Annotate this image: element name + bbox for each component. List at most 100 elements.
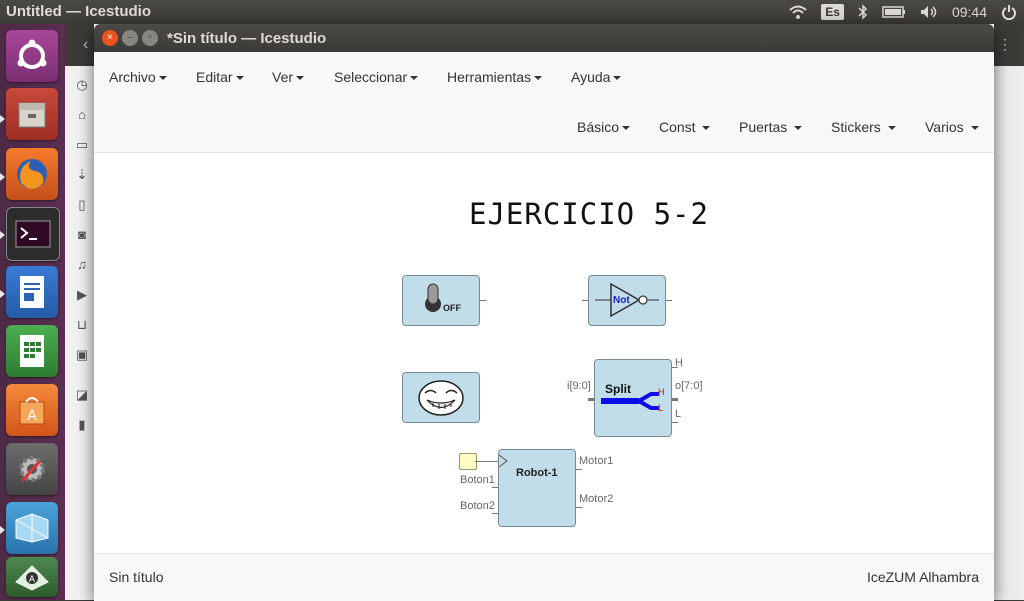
split-l-port[interactable] xyxy=(672,422,678,423)
volume-icon[interactable] xyxy=(920,5,938,19)
menu-editar-label: Editar xyxy=(196,69,233,85)
split-block[interactable]: Split H L xyxy=(594,359,672,437)
menu-ayuda[interactable]: Ayuda xyxy=(571,69,622,85)
menu-ver[interactable]: Ver xyxy=(272,69,305,85)
robot-input-boton2-label: Boton2 xyxy=(460,500,495,512)
trash-icon[interactable]: ⊔ xyxy=(75,318,89,332)
toolbar-basico[interactable]: Básico xyxy=(577,119,631,135)
icestudio-window: × – ▫ *Sin título — Icestudio Archivo Ed… xyxy=(94,24,994,601)
not-gate-label: Not xyxy=(613,295,630,306)
block-toolbar: Básico Const Puertas Stickers Varios xyxy=(94,102,994,153)
chevron-down-icon xyxy=(622,126,631,131)
recent-icon[interactable]: ◷ xyxy=(75,78,89,92)
robot-output-motor1-port[interactable] xyxy=(576,469,582,470)
robot-output-motor1-label: Motor1 xyxy=(579,455,614,467)
robot-output-motor2-port[interactable] xyxy=(576,507,582,508)
menu-herramientas-label: Herramientas xyxy=(447,69,532,85)
menu-archivo-label: Archivo xyxy=(109,69,156,85)
chevron-down-icon xyxy=(410,76,419,81)
robot-label: Robot-1 xyxy=(516,467,558,479)
not-gate-block[interactable]: Not xyxy=(588,275,666,326)
status-board-name[interactable]: IceZUM Alhambra xyxy=(867,569,979,585)
system-settings-icon[interactable] xyxy=(6,443,58,495)
file-archive-icon[interactable] xyxy=(6,88,58,140)
libreoffice-calc-icon[interactable] xyxy=(6,325,58,377)
split-output-port[interactable] xyxy=(672,398,678,401)
wifi-icon[interactable] xyxy=(789,5,807,19)
minimize-icon[interactable]: – xyxy=(122,30,138,46)
toolbar-puertas[interactable]: Puertas xyxy=(739,119,803,135)
software-center-icon[interactable]: A xyxy=(6,384,58,436)
ubuntu-dash-icon[interactable] xyxy=(6,30,58,82)
robot-input-boton1-label: Boton1 xyxy=(460,474,495,486)
keyboard-layout: Es xyxy=(821,4,844,20)
clock-input-icon xyxy=(498,454,508,468)
camera-icon[interactable]: ◙ xyxy=(75,228,89,242)
music-icon[interactable]: ♫ xyxy=(75,258,89,272)
sticker-block[interactable] xyxy=(402,372,480,423)
switch-off-label: OFF xyxy=(443,303,461,313)
chevron-down-icon xyxy=(794,126,803,131)
menu-editar[interactable]: Editar xyxy=(196,69,244,85)
document-icon[interactable]: ▯ xyxy=(75,198,89,212)
switch-output-port[interactable] xyxy=(480,300,486,301)
split-output-label: o[7:0] xyxy=(675,380,703,392)
menu-ver-label: Ver xyxy=(272,69,294,85)
home-icon[interactable]: ⌂ xyxy=(75,108,89,122)
robot-wire[interactable] xyxy=(475,461,499,462)
robot-block[interactable]: Robot-1 xyxy=(498,449,576,527)
battery-icon[interactable] xyxy=(882,6,906,18)
window-titlebar[interactable]: × – ▫ *Sin título — Icestudio xyxy=(94,24,994,52)
downloads-icon[interactable]: ⇣ xyxy=(75,168,89,182)
close-icon[interactable]: × xyxy=(102,30,118,46)
svg-text:A: A xyxy=(29,575,36,585)
power-icon[interactable] xyxy=(1001,4,1017,20)
bluetooth-icon[interactable] xyxy=(858,4,868,20)
split-h-port[interactable] xyxy=(672,367,678,368)
toolbar-puertas-label: Puertas xyxy=(739,119,788,135)
menu-archivo[interactable]: Archivo xyxy=(109,69,167,85)
device-icon[interactable]: ▮ xyxy=(75,418,89,432)
svg-text:A: A xyxy=(27,408,37,424)
keyboard-icon[interactable]: Es xyxy=(821,4,844,20)
chevron-down-icon xyxy=(887,126,896,131)
chevron-down-icon xyxy=(534,76,543,81)
not-output-port[interactable] xyxy=(666,300,672,301)
toolbar-stickers[interactable]: Stickers xyxy=(831,119,896,135)
video-icon[interactable]: ▶ xyxy=(75,288,89,302)
split-bus-icon xyxy=(601,392,659,410)
menu-seleccionar[interactable]: Seleccionar xyxy=(334,69,419,85)
toolbar-const-label: Const xyxy=(659,119,696,135)
drive-icon[interactable]: ◪ xyxy=(75,388,89,402)
switch-block[interactable]: OFF xyxy=(402,275,480,326)
chevron-down-icon xyxy=(296,76,305,81)
network-icon[interactable]: ▣ xyxy=(75,348,89,362)
chevron-down-icon xyxy=(970,126,979,131)
chevron-down-icon xyxy=(235,76,244,81)
menubar: Archivo Editar Ver Seleccionar Herramien… xyxy=(94,52,994,102)
split-label: Split xyxy=(605,382,631,396)
firefox-icon[interactable] xyxy=(6,148,58,200)
robot-input-boton1-port[interactable] xyxy=(492,487,498,488)
toggle-switch-icon xyxy=(425,283,441,312)
folder-icon[interactable]: ▭ xyxy=(75,138,89,152)
icestudio-icon[interactable]: A xyxy=(6,557,58,597)
menu-seleccionar-label: Seleccionar xyxy=(334,69,408,85)
clock[interactable]: 09:44 xyxy=(952,4,987,20)
circuit-title[interactable]: EJERCICIO 5-2 xyxy=(469,197,709,231)
toolbar-stickers-label: Stickers xyxy=(831,119,881,135)
design-canvas[interactable]: EJERCICIO 5-2 OFF Not i[9:0] Split H L H… xyxy=(94,153,994,553)
toolbar-varios-label: Varios xyxy=(925,119,964,135)
launcher: A A xyxy=(0,24,65,600)
app-window-icon[interactable] xyxy=(6,502,58,554)
top-panel: Untitled — Icestudio Es 09:44 xyxy=(0,0,1024,24)
maximize-icon[interactable]: ▫ xyxy=(142,30,158,46)
split-l-label: L xyxy=(675,408,682,420)
toolbar-varios[interactable]: Varios xyxy=(925,119,979,135)
robot-input-boton2-port[interactable] xyxy=(492,513,498,514)
toolbar-const[interactable]: Const xyxy=(659,119,711,135)
libreoffice-writer-icon[interactable] xyxy=(6,266,58,318)
terminal-icon[interactable] xyxy=(6,207,60,261)
menu-herramientas[interactable]: Herramientas xyxy=(447,69,543,85)
back-arrow-icon[interactable]: ‹ xyxy=(83,36,88,54)
